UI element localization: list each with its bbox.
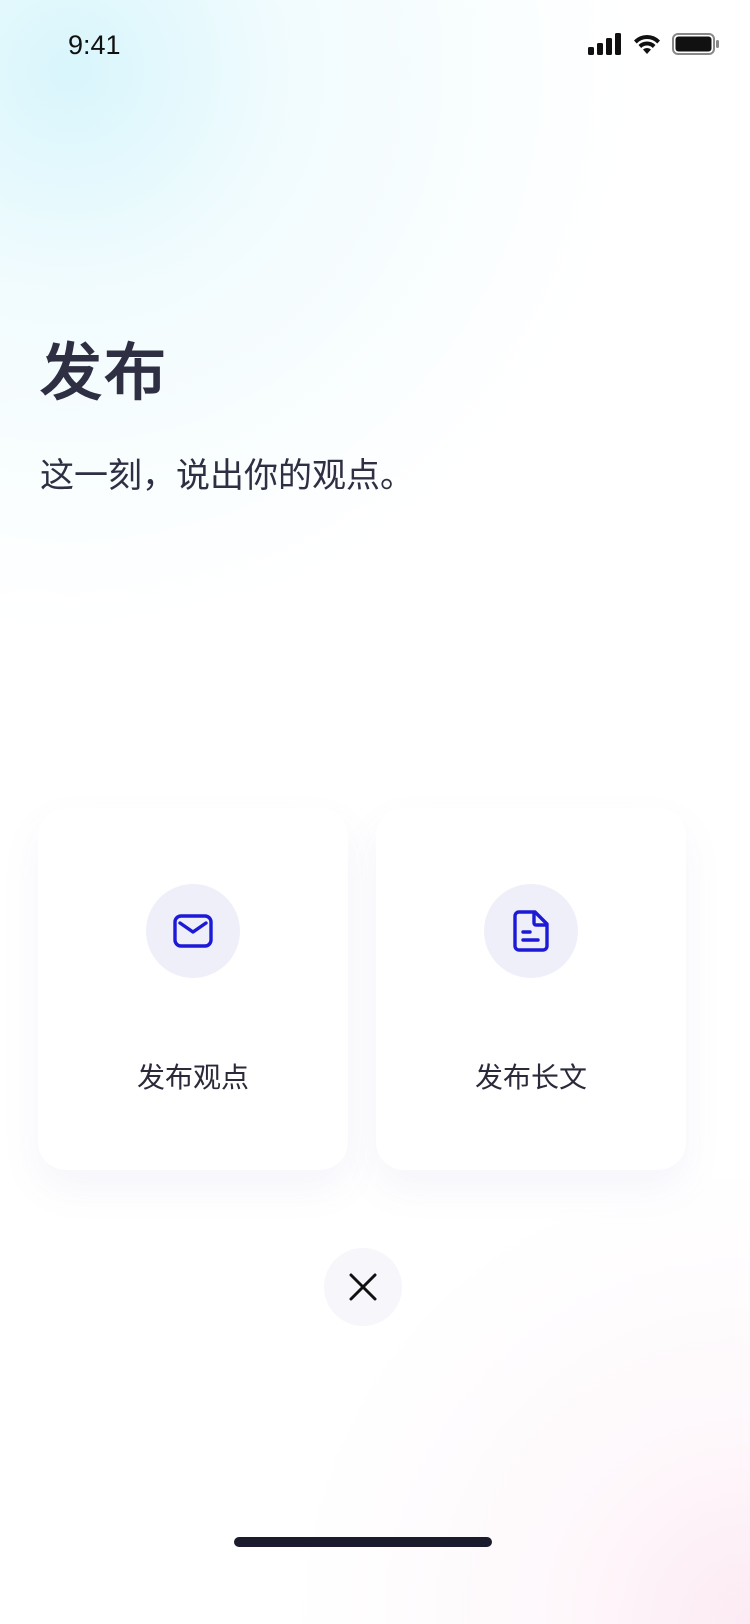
envelope-icon-circle — [146, 884, 240, 978]
close-button[interactable] — [324, 1248, 402, 1326]
post-article-card[interactable]: 发布长文 — [376, 808, 686, 1170]
page-title: 发布 — [40, 336, 169, 409]
cellular-signal-icon — [588, 33, 621, 55]
post-opinion-label: 发布观点 — [136, 1061, 249, 1094]
document-icon-circle — [484, 884, 578, 978]
status-bar: 9:41 — [0, 0, 750, 90]
status-icons — [588, 32, 720, 56]
envelope-icon — [173, 914, 213, 948]
home-indicator — [234, 1537, 492, 1547]
post-article-label: 发布长文 — [474, 1061, 587, 1094]
wifi-icon — [634, 34, 660, 54]
document-icon — [513, 910, 549, 952]
status-time: 9:41 — [68, 30, 121, 60]
battery-icon — [672, 33, 719, 55]
post-opinion-card[interactable]: 发布观点 — [38, 808, 348, 1170]
page-subtitle: 这一刻，说出你的观点。 — [40, 456, 414, 496]
close-icon — [349, 1273, 377, 1301]
